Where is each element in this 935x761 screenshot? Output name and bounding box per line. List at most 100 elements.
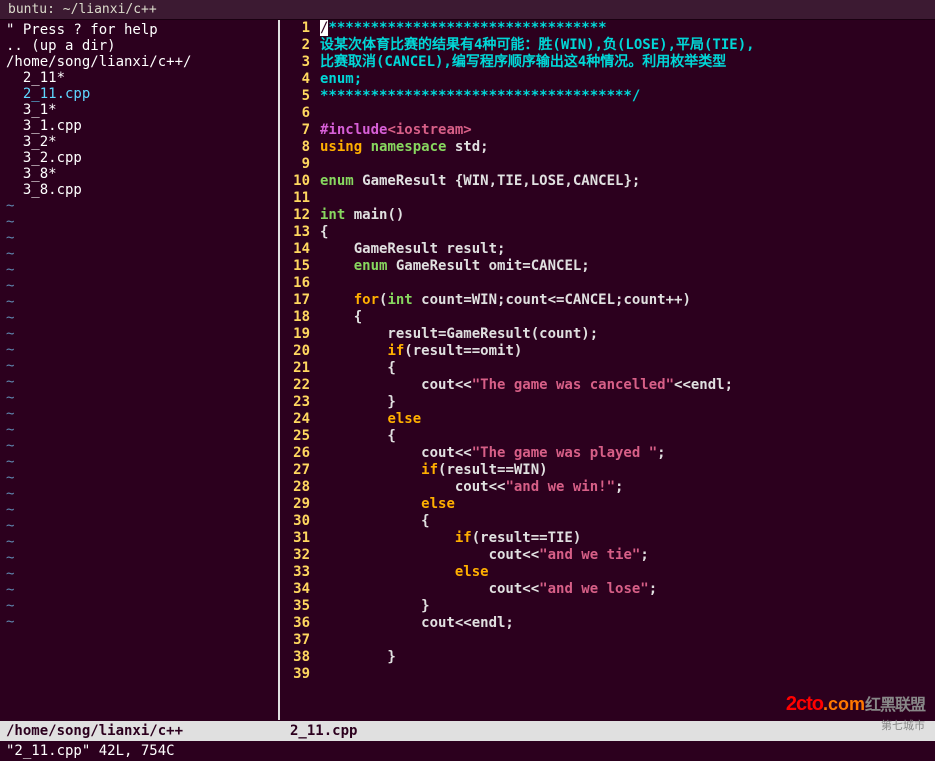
code-line[interactable]: cout<<"The game was cancelled"<<endl; bbox=[320, 377, 935, 394]
file-item[interactable]: 3_8* bbox=[6, 166, 272, 182]
empty-line-tilde: ~ bbox=[6, 390, 272, 406]
line-number: 18 bbox=[280, 309, 310, 326]
code-line[interactable]: cout<<"and we tie"; bbox=[320, 547, 935, 564]
code-line[interactable]: cout<<"and we lose"; bbox=[320, 581, 935, 598]
file-item[interactable]: 3_2.cpp bbox=[6, 150, 272, 166]
code-line[interactable]: { bbox=[320, 224, 935, 241]
empty-line-tilde: ~ bbox=[6, 310, 272, 326]
line-number: 13 bbox=[280, 224, 310, 241]
up-dir[interactable]: .. (up a dir) bbox=[6, 38, 272, 54]
code-line[interactable] bbox=[320, 156, 935, 173]
empty-line-tilde: ~ bbox=[6, 534, 272, 550]
line-number: 33 bbox=[280, 564, 310, 581]
code-line[interactable]: cout<<endl; bbox=[320, 615, 935, 632]
line-number: 19 bbox=[280, 326, 310, 343]
empty-line-tilde: ~ bbox=[6, 550, 272, 566]
code-line[interactable]: *************************************/ bbox=[320, 88, 935, 105]
line-number: 16 bbox=[280, 275, 310, 292]
code-line[interactable]: { bbox=[320, 428, 935, 445]
empty-line-tilde: ~ bbox=[6, 406, 272, 422]
line-number: 4 bbox=[280, 71, 310, 88]
status-left: /home/song/lianxi/c++ bbox=[0, 721, 280, 741]
code-line[interactable]: if(result==WIN) bbox=[320, 462, 935, 479]
code-line[interactable]: enum GameResult omit=CANCEL; bbox=[320, 258, 935, 275]
empty-line-tilde: ~ bbox=[6, 518, 272, 534]
code-line[interactable] bbox=[320, 275, 935, 292]
empty-line-tilde: ~ bbox=[6, 230, 272, 246]
code-line[interactable] bbox=[320, 190, 935, 207]
line-number: 1 bbox=[280, 20, 310, 37]
code-line[interactable]: result=GameResult(count); bbox=[320, 326, 935, 343]
empty-line-tilde: ~ bbox=[6, 582, 272, 598]
code-line[interactable]: /********************************* bbox=[320, 20, 935, 37]
command-line[interactable]: "2_11.cpp" 42L, 754C bbox=[0, 741, 935, 761]
code-line[interactable] bbox=[320, 105, 935, 122]
code-line[interactable]: { bbox=[320, 360, 935, 377]
empty-line-tilde: ~ bbox=[6, 454, 272, 470]
empty-line-tilde: ~ bbox=[6, 246, 272, 262]
line-number: 37 bbox=[280, 632, 310, 649]
code-line[interactable]: } bbox=[320, 394, 935, 411]
window-titlebar: buntu: ~/lianxi/c++ bbox=[0, 0, 935, 20]
empty-line-tilde: ~ bbox=[6, 502, 272, 518]
line-number: 25 bbox=[280, 428, 310, 445]
current-path: /home/song/lianxi/c++/ bbox=[6, 54, 272, 70]
empty-line-tilde: ~ bbox=[6, 294, 272, 310]
code-line[interactable]: 设某次体育比赛的结果有4种可能：胜(WIN),负(LOSE),平局(TIE), bbox=[320, 37, 935, 54]
code-line[interactable]: if(result==TIE) bbox=[320, 530, 935, 547]
line-number: 20 bbox=[280, 343, 310, 360]
empty-line-tilde: ~ bbox=[6, 614, 272, 630]
line-number: 15 bbox=[280, 258, 310, 275]
code-line[interactable]: else bbox=[320, 411, 935, 428]
line-number: 29 bbox=[280, 496, 310, 513]
code-line[interactable]: enum; bbox=[320, 71, 935, 88]
code-line[interactable]: #include<iostream> bbox=[320, 122, 935, 139]
line-number: 6 bbox=[280, 105, 310, 122]
line-number: 31 bbox=[280, 530, 310, 547]
line-number: 32 bbox=[280, 547, 310, 564]
code-line[interactable]: } bbox=[320, 598, 935, 615]
line-number: 36 bbox=[280, 615, 310, 632]
line-number: 8 bbox=[280, 139, 310, 156]
code-line[interactable]: using namespace std; bbox=[320, 139, 935, 156]
empty-line-tilde: ~ bbox=[6, 598, 272, 614]
line-number: 14 bbox=[280, 241, 310, 258]
file-item[interactable]: 2_11.cpp bbox=[6, 86, 272, 102]
code-line[interactable] bbox=[320, 632, 935, 649]
code-line[interactable]: for(int count=WIN;count<=CANCEL;count++) bbox=[320, 292, 935, 309]
file-item[interactable]: 3_8.cpp bbox=[6, 182, 272, 198]
watermark: 2cto.com红黑联盟 第七城市 bbox=[786, 691, 925, 733]
line-number: 27 bbox=[280, 462, 310, 479]
empty-line-tilde: ~ bbox=[6, 358, 272, 374]
code-line[interactable]: else bbox=[320, 496, 935, 513]
line-number: 39 bbox=[280, 666, 310, 683]
code-line[interactable]: } bbox=[320, 649, 935, 666]
line-number: 7 bbox=[280, 122, 310, 139]
empty-line-tilde: ~ bbox=[6, 374, 272, 390]
file-item[interactable]: 3_1.cpp bbox=[6, 118, 272, 134]
empty-line-tilde: ~ bbox=[6, 486, 272, 502]
code-line[interactable]: 比赛取消(CANCEL),编写程序顺序输出这4种情况。利用枚举类型 bbox=[320, 54, 935, 71]
code-line[interactable]: cout<<"and we win!"; bbox=[320, 479, 935, 496]
file-explorer[interactable]: " Press ? for help .. (up a dir) /home/s… bbox=[0, 20, 280, 720]
code-line[interactable]: int main() bbox=[320, 207, 935, 224]
code-editor[interactable]: 1234567891011121314151617181920212223242… bbox=[280, 20, 935, 720]
empty-line-tilde: ~ bbox=[6, 470, 272, 486]
empty-line-tilde: ~ bbox=[6, 214, 272, 230]
line-number: 23 bbox=[280, 394, 310, 411]
file-item[interactable]: 2_11* bbox=[6, 70, 272, 86]
code-line[interactable]: else bbox=[320, 564, 935, 581]
code-line[interactable]: { bbox=[320, 309, 935, 326]
line-number: 22 bbox=[280, 377, 310, 394]
code-line[interactable]: cout<<"The game was played "; bbox=[320, 445, 935, 462]
code-line[interactable] bbox=[320, 666, 935, 683]
code-line[interactable]: { bbox=[320, 513, 935, 530]
file-item[interactable]: 3_2* bbox=[6, 134, 272, 150]
code-line[interactable]: if(result==omit) bbox=[320, 343, 935, 360]
code-line[interactable]: enum GameResult {WIN,TIE,LOSE,CANCEL}; bbox=[320, 173, 935, 190]
line-number-gutter: 1234567891011121314151617181920212223242… bbox=[280, 20, 316, 683]
line-number: 9 bbox=[280, 156, 310, 173]
code-line[interactable]: GameResult result; bbox=[320, 241, 935, 258]
file-item[interactable]: 3_1* bbox=[6, 102, 272, 118]
code-content[interactable]: /*********************************设某次体育比… bbox=[320, 20, 935, 683]
